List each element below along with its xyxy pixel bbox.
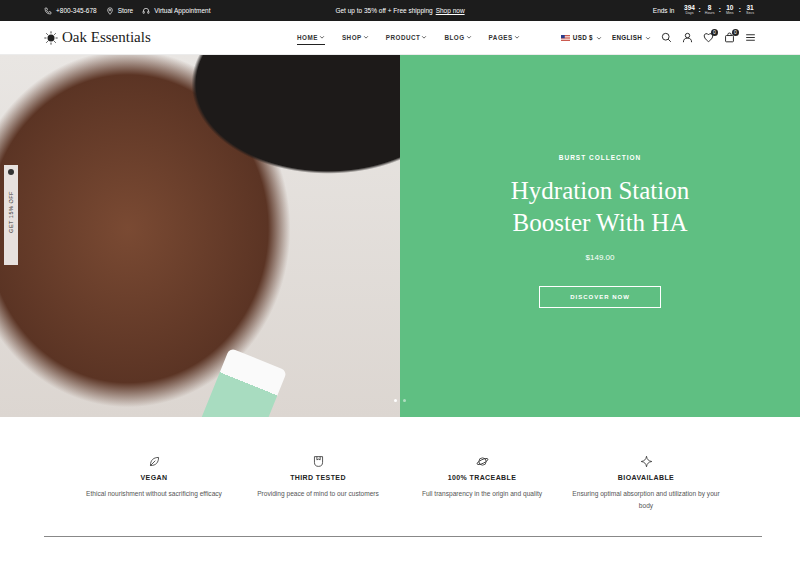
countdown-unit-label: Secs <box>746 12 754 16</box>
nav-item[interactable]: PRODUCT <box>386 31 428 45</box>
nav-item[interactable]: PAGES <box>489 31 520 45</box>
logo-text: Oak Essentials <box>62 29 151 46</box>
countdown-value: 8 <box>708 5 712 12</box>
feature-item: THIRD TESTED Providing peace of mind to o… <box>236 455 400 536</box>
side-tab-dot-icon <box>8 169 14 175</box>
feature-text: Ethical nourishment without sacrificing … <box>86 488 222 500</box>
features: VEGAN Ethical nourishment without sacrifi… <box>72 417 728 536</box>
hamburger-menu-icon[interactable] <box>745 32 756 43</box>
countdown-label: Ends in <box>653 7 675 14</box>
header-actions: USD $ENGLISH00 <box>561 32 756 43</box>
chevron-down-icon <box>596 35 602 41</box>
hero-price: $149.00 <box>586 253 615 262</box>
appointment-link[interactable]: Virtual Appointment <box>142 7 210 15</box>
countdown-value: 394 <box>684 5 695 12</box>
hero-eyebrow: BURST COLLECTION <box>559 154 641 161</box>
appointment-text: Virtual Appointment <box>154 7 210 14</box>
section-divider <box>44 536 762 537</box>
store-text: Store <box>118 7 134 14</box>
promo-text: Get up to 35% off + Free shipping <box>335 7 432 14</box>
phone-link[interactable]: +800-345-678 <box>44 7 97 15</box>
countdown-unit-label: Hours <box>705 12 715 16</box>
sparkle-icon <box>640 455 653 468</box>
countdown-unit: 10Mins <box>724 5 736 16</box>
promo: Get up to 35% off + Free shipping Shop no… <box>335 7 464 14</box>
countdown-unit-label: Days <box>685 12 693 16</box>
feature-text: Ensuring optimal absorption and utilizat… <box>570 488 722 512</box>
countdown-unit: 8Hours <box>704 5 716 16</box>
hero-photo <box>0 55 400 417</box>
nav-label: SHOP <box>342 34 362 41</box>
countdown: Ends in394Days:8Hours:10Mins:31Secs <box>465 5 756 16</box>
headset-icon <box>142 7 150 15</box>
hero-panel: BURST COLLECTION Hydration Station Booste… <box>400 55 800 417</box>
chevron-down-icon <box>466 34 472 40</box>
feature-title: VEGAN <box>141 474 168 481</box>
countdown-separator: : <box>739 6 741 13</box>
feature-title: 100% TRACEABLE <box>448 474 517 481</box>
search-icon[interactable] <box>661 32 672 43</box>
discover-now-button[interactable]: DISCOVER NOW <box>539 286 661 308</box>
feature-text: Providing peace of mind to our customers <box>257 488 379 500</box>
slider-dot[interactable] <box>403 399 406 402</box>
feature-title: THIRD TESTED <box>290 474 346 481</box>
sun-logo-icon <box>44 31 58 45</box>
currency-selector[interactable]: USD $ <box>561 34 602 41</box>
page: +800-345-678 Store Virtual Appointment Get … <box>0 0 800 580</box>
feature-title: BIOAVAILABLE <box>618 474 674 481</box>
feature-text: Full transparency in the origin and qual… <box>422 488 542 500</box>
phone-icon <box>44 7 52 15</box>
currency-text: USD $ <box>573 34 593 41</box>
hero-title: Hydration Station Booster With HA <box>485 175 715 239</box>
leaf-icon <box>148 455 161 468</box>
slider-dot[interactable] <box>394 399 397 402</box>
countdown-value: 31 <box>746 5 753 12</box>
nav-item[interactable]: HOME <box>297 31 325 45</box>
language-text: ENGLISH <box>612 34 642 41</box>
shop-now-link[interactable]: Shop now <box>436 7 465 14</box>
feature-item: BIOAVAILABLE Ensuring optimal absorption … <box>564 455 728 536</box>
countdown-unit-label: Mins <box>726 12 734 16</box>
side-promo-tab[interactable]: GET 15% OFF <box>4 165 18 265</box>
location-icon <box>106 7 114 15</box>
cart-count-badge: 0 <box>732 29 739 36</box>
countdown-separator: : <box>698 6 700 13</box>
nav-label: BLOG <box>444 34 464 41</box>
nav-label: PAGES <box>489 34 513 41</box>
store-link[interactable]: Store <box>106 7 134 15</box>
nav-item[interactable]: SHOP <box>342 31 369 45</box>
chevron-down-icon <box>645 35 651 41</box>
hero-slider: BURST COLLECTION Hydration Station Booste… <box>0 55 800 417</box>
countdown-value: 10 <box>726 5 733 12</box>
chevron-down-icon <box>421 34 427 40</box>
contact-links: +800-345-678 Store Virtual Appointment <box>44 7 335 15</box>
countdown-unit: 31Secs <box>744 5 756 16</box>
nav-label: HOME <box>297 34 318 41</box>
cart-button[interactable]: 0 <box>724 32 735 43</box>
countdown-separator: : <box>719 6 721 13</box>
language-selector[interactable]: ENGLISH <box>612 34 651 41</box>
wishlist-button[interactable]: 0 <box>703 32 714 43</box>
logo[interactable]: Oak Essentials <box>44 29 297 46</box>
chevron-down-icon <box>514 34 520 40</box>
nav-label: PRODUCT <box>386 34 421 41</box>
phone-text: +800-345-678 <box>56 7 97 14</box>
user-icon[interactable] <box>682 32 693 43</box>
shield-icon <box>312 455 325 468</box>
top-bar: +800-345-678 Store Virtual Appointment Get … <box>0 0 800 21</box>
feature-item: VEGAN Ethical nourishment without sacrifi… <box>72 455 236 536</box>
nav-item[interactable]: BLOG <box>444 31 471 45</box>
feature-item: 100% TRACEABLE Full transparency in the o… <box>400 455 564 536</box>
chevron-down-icon <box>319 34 325 40</box>
chevron-down-icon <box>363 34 369 40</box>
us-flag-icon <box>561 35 570 41</box>
wishlist-count-badge: 0 <box>711 29 718 36</box>
planet-icon <box>476 455 489 468</box>
slider-dots <box>394 399 406 402</box>
header: Oak Essentials HOME SHOP PRODUCT BLOG PAGES US… <box>0 21 800 55</box>
main-nav: HOME SHOP PRODUCT BLOG PAGES <box>297 31 520 45</box>
side-tab-label: GET 15% OFF <box>8 191 14 233</box>
countdown-unit: 394Days <box>683 5 695 16</box>
